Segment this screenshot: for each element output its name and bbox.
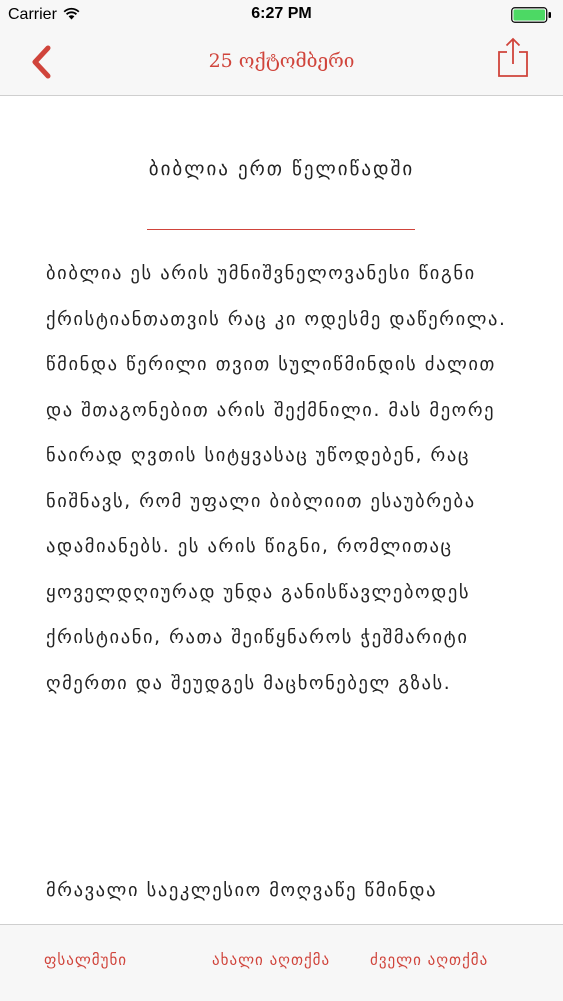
tab-new-testament[interactable]: ახალი აღთქმა bbox=[212, 951, 330, 969]
tab-old-testament[interactable]: ძველი აღთქმა bbox=[370, 951, 488, 969]
share-button[interactable] bbox=[497, 37, 529, 79]
article-title: ბიბლია ერთ წელიწადში bbox=[148, 158, 415, 180]
navigation-bar: 25 ოქტომბერი bbox=[0, 30, 563, 96]
page-title: 25 ოქტომბერი bbox=[208, 50, 355, 72]
tab-psalms[interactable]: ფსალმუნი bbox=[44, 951, 127, 969]
article-paragraph: მრავალი საეკლესიო მოღვაწე წმინდა bbox=[46, 880, 438, 901]
battery-full-icon bbox=[511, 7, 553, 27]
title-divider bbox=[147, 229, 415, 230]
clock: 6:27 PM bbox=[251, 5, 312, 22]
tab-bar: ფსალმუნი ახალი აღთქმა ძველი აღთქმა bbox=[0, 924, 563, 1001]
status-bar: Carrier 6:27 PM bbox=[0, 0, 563, 30]
article-content[interactable]: ბიბლია ერთ წელიწადში ბიბლია ეს არის უმნი… bbox=[0, 96, 563, 924]
share-icon bbox=[498, 37, 528, 77]
article-paragraph: ბიბლია ეს არის უმნიშვნელოვანესი წიგნი ქრ… bbox=[46, 263, 507, 694]
